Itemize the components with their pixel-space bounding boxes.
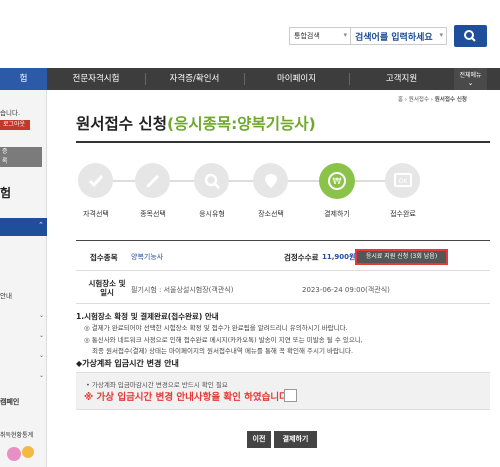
sidebar-active-item[interactable]: ⌃ xyxy=(0,218,47,236)
chevron-up-icon: ⌃ xyxy=(38,221,44,229)
all-menu-label: 전체메뉴 xyxy=(459,72,482,79)
search-scope-label: 통합검색 xyxy=(294,32,320,40)
sidebar-item-guide[interactable]: 안내 xyxy=(0,290,12,300)
sidebar-greeting: 습니다. xyxy=(0,109,21,117)
venue-value: 필기시험 : 서울상설시험장(객관식) xyxy=(131,286,234,294)
stats-graphic-icon xyxy=(7,446,34,461)
page-title-highlight: (응시종목:양복기능사) xyxy=(166,115,316,133)
nav-item-pro-exam[interactable]: 전문자격시험 xyxy=(47,68,145,90)
step-label-2: 종목선택 xyxy=(140,210,166,218)
step-label-5: 결제하기 xyxy=(324,210,350,218)
sidebar-section-title: 험 xyxy=(0,186,12,200)
notice-line-1: ◎ 결제가 완료되어야 선택한 시험장소 확정 및 접수가 완료됨을 알려드리니… xyxy=(84,324,348,332)
step-5-payment-icon: ₩ xyxy=(319,163,355,199)
chevron-down-icon: ▾ xyxy=(343,31,347,39)
breadcrumb-apply[interactable]: 원서접수 xyxy=(409,97,429,103)
page-title: 원서접수 신청(응시종목:양복기능사) xyxy=(76,112,316,134)
step-label-3: 응시유형 xyxy=(199,210,225,218)
all-menu-button[interactable]: 전체메뉴 ⌄ xyxy=(454,68,487,90)
chevron-down-icon[interactable]: ⌄ xyxy=(39,332,44,339)
prev-button[interactable]: 이전 xyxy=(247,431,271,448)
nav-item-certificate[interactable]: 자격증/확인서 xyxy=(145,68,244,90)
confirm-checkbox[interactable] xyxy=(284,389,297,402)
fee-support-button[interactable]: 응시료 지원 신청 (3회 남음) xyxy=(355,249,448,265)
chevron-down-icon: ⌄ xyxy=(467,79,474,87)
breadcrumb: 홈 › 원서접수 › 원서접수 신청 xyxy=(398,97,467,103)
page-title-text: 원서접수 신청 xyxy=(76,115,167,133)
breadcrumb-home[interactable]: 홈 xyxy=(398,97,403,103)
fee-label: 검정수수료 xyxy=(284,253,319,262)
nav-item-support[interactable]: 고객지원 xyxy=(349,68,454,90)
search-input[interactable]: 검색어를 입력하세요 ▾ xyxy=(351,27,447,45)
notice-line-2: ◎ 통신사와 네트워크 사정으로 인해 접수완료 메시지(카카오톡) 발송이 지… xyxy=(84,336,363,344)
step-4-location-icon xyxy=(253,163,288,198)
sidebar-button-2[interactable]: 록 xyxy=(0,157,42,167)
step-label-4: 장소선택 xyxy=(258,210,284,218)
main-nav: 험 전문자격시험 자격증/확인서 마이페이지 고객지원 xyxy=(0,68,500,90)
step-3-search-icon xyxy=(194,163,229,198)
breadcrumb-current: 원서접수 신청 xyxy=(434,97,467,103)
step-label-6: 접수완료 xyxy=(390,210,416,218)
nav-item-mypage[interactable]: 마이페이지 xyxy=(244,68,349,90)
chevron-down-icon[interactable]: ⌄ xyxy=(39,312,44,319)
venue-label: 시험장소 및 일시 xyxy=(88,279,126,297)
venue-time: 2023-06-24 09:00(객관식) xyxy=(302,286,390,294)
pay-button[interactable]: 결제하기 xyxy=(274,431,317,448)
step-label-1: 자격선택 xyxy=(83,210,109,218)
chevron-down-icon: ▾ xyxy=(439,31,443,39)
subject-value: 양복기능사 xyxy=(131,253,164,261)
divider xyxy=(76,141,490,143)
notice-heading-2: ◆가상계좌 입금시간 변경 안내 xyxy=(76,359,179,368)
step-6-ok-icon: OK xyxy=(385,163,420,198)
confirm-note: • 가상계좌 입금마감시간 변경으로 반드시 확인 필요 xyxy=(86,381,228,389)
search-scope-select[interactable]: 통합검색 ▾ xyxy=(289,27,351,45)
nav-item-exam[interactable]: 험 xyxy=(0,68,47,90)
subject-label: 접수종목 xyxy=(90,253,118,262)
fee-value: 11,900원 xyxy=(322,253,356,261)
svg-text:OK: OK xyxy=(398,178,408,185)
sidebar-campaign[interactable]: 캠페인 xyxy=(0,397,19,407)
confirm-box: • 가상계좌 입금마감시간 변경으로 반드시 확인 필요 ※ 가상 입금시간 변… xyxy=(76,372,490,410)
sidebar: 습니다. 로그아웃 증 록 험 ⌃ 안내 ⌄ ⌄ ⌄ ⌄ 캠페인 취득현황통계 xyxy=(0,90,47,467)
logout-button[interactable]: 로그아웃 xyxy=(0,120,30,130)
step-1-check-icon xyxy=(78,163,113,198)
sidebar-button-1[interactable]: 증 xyxy=(0,147,42,157)
chevron-down-icon[interactable]: ⌄ xyxy=(39,372,44,379)
search-placeholder: 검색어를 입력하세요 xyxy=(355,33,433,43)
notice-heading-1: 1.시험장소 확정 및 결제완료(접수완료) 안내 xyxy=(76,312,219,321)
step-2-pencil-icon xyxy=(135,163,170,198)
search-icon xyxy=(464,30,476,42)
notice-line-3: 최종 원서접수(결제) 상태는 마이페이지의 원서접수내역 메뉴를 통해 꼭 확… xyxy=(92,347,354,355)
svg-text:₩: ₩ xyxy=(333,177,342,187)
confirm-warning: ※ 가상 입금시간 변경 안내사항을 확인 하였습니다. xyxy=(84,392,292,403)
chevron-down-icon[interactable]: ⌄ xyxy=(39,352,44,359)
sidebar-stats[interactable]: 취득현황통계 xyxy=(0,430,33,439)
search-button[interactable] xyxy=(454,25,487,47)
